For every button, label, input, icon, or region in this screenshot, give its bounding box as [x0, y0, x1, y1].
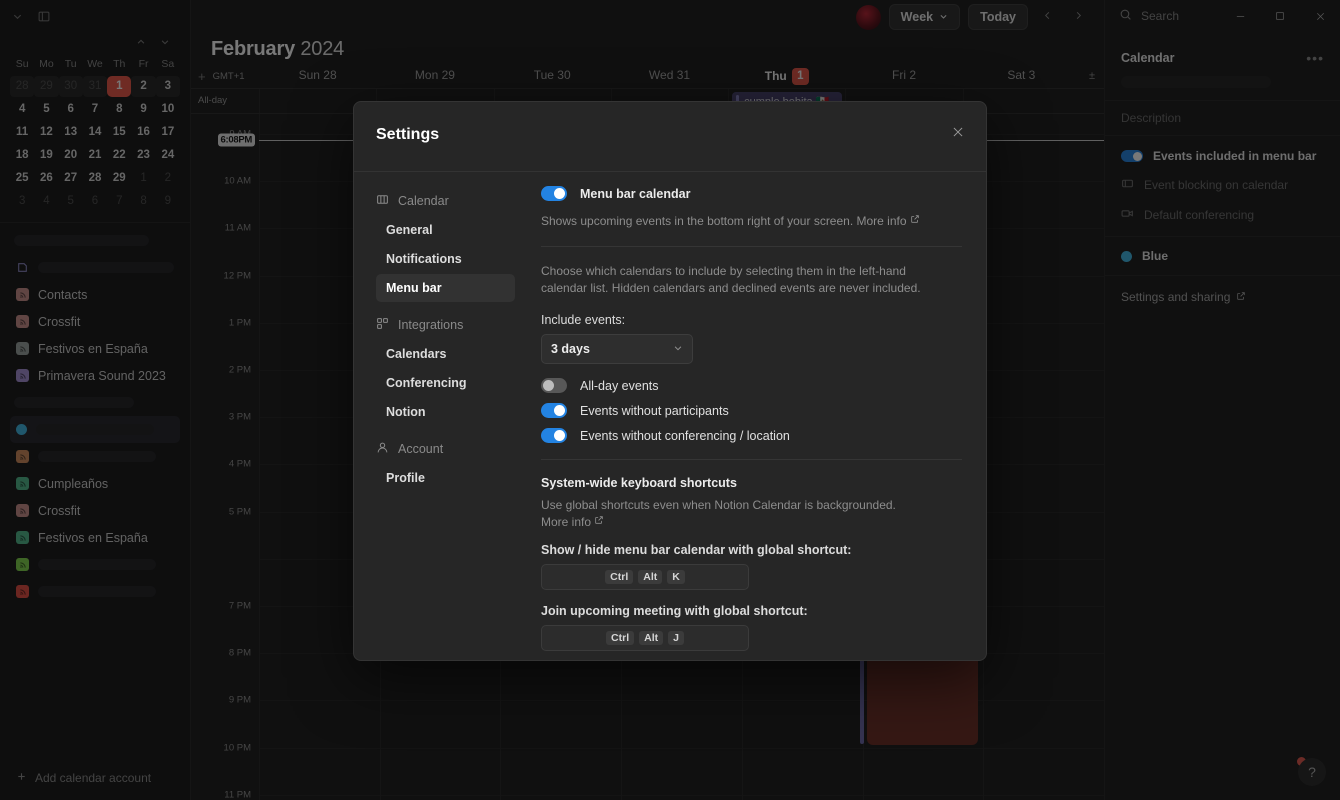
shortcuts-heading: System-wide keyboard shortcuts [541, 476, 737, 490]
settings-nav-item-conferencing[interactable]: Conferencing [376, 369, 515, 397]
event-toggle[interactable] [541, 428, 567, 443]
settings-nav-item-label: Menu bar [386, 281, 442, 295]
event-toggle-label: All-day events [580, 378, 659, 393]
menu-bar-hint-text: Shows upcoming events in the bottom righ… [541, 214, 907, 228]
calendar-columns-icon [376, 193, 389, 209]
shortcuts-more-info-link[interactable]: More info [541, 515, 591, 529]
keyboard-key: Ctrl [605, 570, 634, 584]
settings-nav-group-label: Integrations [398, 318, 464, 332]
event-toggle[interactable] [541, 378, 567, 393]
event-toggle-row: All-day events [541, 378, 962, 393]
keyboard-key: J [668, 631, 684, 645]
settings-nav-group: Integrations [376, 310, 515, 340]
include-events-value: 3 days [551, 342, 590, 356]
shortcut-1-label: Show / hide menu bar calendar with globa… [541, 543, 852, 557]
menu-bar-calendar-row: Menu bar calendar [541, 186, 962, 201]
settings-nav-item-menu-bar[interactable]: Menu bar [376, 274, 515, 302]
shortcuts-hint: Use global shortcuts even when Notion Ca… [541, 497, 941, 531]
include-events-select[interactable]: 3 days [541, 334, 693, 364]
settings-nav-item-label: Notifications [386, 252, 462, 266]
external-link-icon[interactable] [910, 215, 920, 227]
chevron-down-icon [673, 343, 683, 356]
settings-nav-item-notifications[interactable]: Notifications [376, 245, 515, 273]
settings-nav-item-label: Profile [386, 471, 425, 485]
event-toggle-list: All-day events Events without participant… [541, 378, 962, 443]
settings-nav-item-general[interactable]: General [376, 216, 515, 244]
include-events-label: Include events: [541, 313, 626, 327]
event-toggle-row: Events without conferencing / location [541, 428, 962, 443]
keyboard-key: Alt [638, 570, 663, 584]
settings-divider-1 [541, 246, 962, 247]
keyboard-key: K [667, 570, 685, 584]
event-toggle-row: Events without participants [541, 403, 962, 418]
settings-nav-item-label: Notion [386, 405, 426, 419]
external-link-icon[interactable] [594, 516, 604, 528]
shortcut-2-input[interactable]: Ctrl Alt J [541, 625, 749, 651]
shortcuts-hint-text: Use global shortcuts even when Notion Ca… [541, 498, 896, 512]
settings-dialog-header: Settings [354, 102, 986, 172]
close-icon[interactable] [946, 120, 970, 144]
calendars-hint: Choose which calendars to include by sel… [541, 264, 921, 295]
settings-nav-item-label: Calendars [386, 347, 447, 361]
shortcut-2-label: Join upcoming meeting with global shortc… [541, 604, 808, 618]
shortcut-1-input[interactable]: Ctrl Alt K [541, 564, 749, 590]
settings-nav-item-calendars[interactable]: Calendars [376, 340, 515, 368]
settings-dialog: Settings Calendar General Notifications Men… [353, 101, 987, 661]
menu-bar-calendar-label: Menu bar calendar [580, 186, 691, 201]
settings-dialog-title: Settings [376, 126, 440, 143]
settings-nav-item-profile[interactable]: Profile [376, 464, 515, 492]
settings-nav-item-notion[interactable]: Notion [376, 398, 515, 426]
settings-dialog-body: Calendar General Notifications Menu bar Inte… [354, 172, 986, 660]
notion-calendar-window: SuMoTuWeThFrSa 2829303112345678910111213… [0, 0, 1340, 800]
settings-nav-item-label: General [386, 223, 433, 237]
settings-nav-group-label: Account [398, 442, 444, 456]
person-icon [376, 441, 389, 457]
keyboard-key: Alt [639, 631, 664, 645]
settings-nav-item-label: Conferencing [386, 376, 467, 390]
settings-nav: Calendar General Notifications Menu bar Inte… [354, 172, 529, 660]
settings-divider-2 [541, 459, 962, 460]
event-toggle[interactable] [541, 403, 567, 418]
settings-nav-group: Calendar [376, 186, 515, 216]
settings-content-menu-bar: Menu bar calendar Shows upcoming events … [529, 172, 986, 660]
grid-blocks-icon [376, 317, 389, 333]
menu-bar-hint: Shows upcoming events in the bottom righ… [541, 213, 941, 230]
keyboard-key: Ctrl [606, 631, 635, 645]
event-toggle-label: Events without participants [580, 403, 729, 418]
menu-bar-calendar-toggle[interactable] [541, 186, 567, 201]
settings-nav-group: Account [376, 434, 515, 464]
event-toggle-label: Events without conferencing / location [580, 428, 790, 443]
settings-nav-group-label: Calendar [398, 194, 449, 208]
